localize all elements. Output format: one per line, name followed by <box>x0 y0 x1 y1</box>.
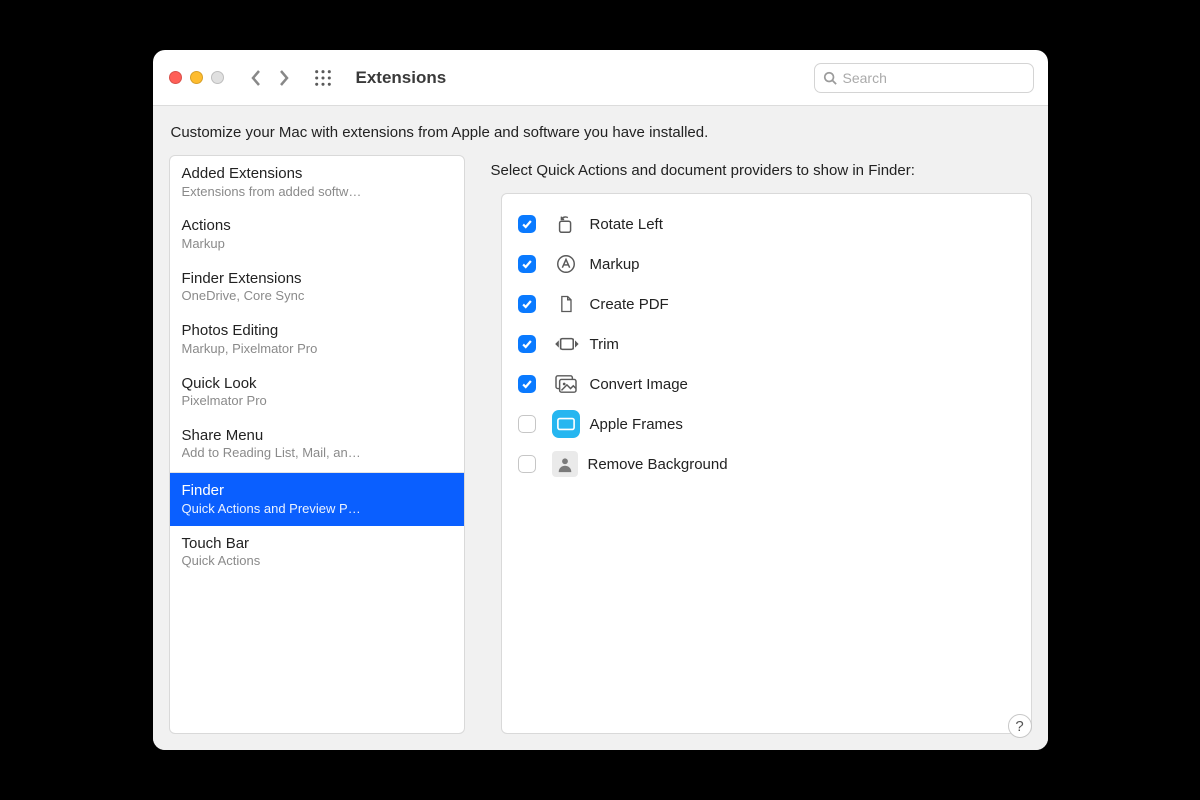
close-window-button[interactable] <box>169 71 182 84</box>
sidebar-item-touch-bar[interactable]: Touch Bar Quick Actions <box>170 526 464 578</box>
search-icon <box>823 71 837 85</box>
panes: Added Extensions Extensions from added s… <box>169 155 1032 734</box>
search-input[interactable] <box>843 70 1025 86</box>
sidebar-item-label: Touch Bar <box>182 534 452 554</box>
search-field[interactable] <box>814 63 1034 93</box>
nav-arrows <box>250 68 290 88</box>
sidebar-item-sublabel: Extensions from added softw… <box>182 184 452 201</box>
show-all-button[interactable] <box>312 67 334 89</box>
markup-icon <box>552 250 580 278</box>
toolbar: Extensions <box>153 50 1048 106</box>
sidebar-item-finder[interactable]: Finder Quick Actions and Preview P… <box>170 472 464 525</box>
sidebar-item-quick-look[interactable]: Quick Look Pixelmator Pro <box>170 366 464 418</box>
sidebar-item-label: Actions <box>182 216 452 236</box>
list-item: Remove Background <box>514 444 1019 484</box>
sidebar-item-sublabel: Pixelmator Pro <box>182 393 452 410</box>
list-item: Apple Frames <box>514 404 1019 444</box>
document-icon <box>552 290 580 318</box>
person-crop-icon <box>552 451 578 477</box>
sidebar-item-sublabel: OneDrive, Core Sync <box>182 288 452 305</box>
sidebar-item-label: Quick Look <box>182 374 452 394</box>
trim-icon <box>552 330 580 358</box>
help-button[interactable]: ? <box>1008 714 1032 738</box>
forward-button[interactable] <box>278 68 290 88</box>
category-sidebar: Added Extensions Extensions from added s… <box>169 155 465 734</box>
sidebar-item-sublabel: Add to Reading List, Mail, an… <box>182 445 452 462</box>
sidebar-item-label: Finder <box>182 481 452 501</box>
sidebar-item-label: Photos Editing <box>182 321 452 341</box>
list-item-label: Remove Background <box>588 456 728 473</box>
list-item: Trim <box>514 324 1019 364</box>
sidebar-item-label: Added Extensions <box>182 164 452 184</box>
window-title: Extensions <box>356 68 447 88</box>
checkbox-remove-background[interactable] <box>518 455 536 473</box>
sidebar-item-sublabel: Markup, Pixelmator Pro <box>182 341 452 358</box>
sidebar-item-photos-editing[interactable]: Photos Editing Markup, Pixelmator Pro <box>170 313 464 365</box>
intro-text: Customize your Mac with extensions from … <box>171 124 1030 141</box>
content-area: Customize your Mac with extensions from … <box>153 106 1048 750</box>
sidebar-item-sublabel: Markup <box>182 236 452 253</box>
checkbox-apple-frames[interactable] <box>518 415 536 433</box>
detail-pane: Select Quick Actions and document provid… <box>477 155 1032 734</box>
list-item: Markup <box>514 244 1019 284</box>
list-item-label: Apple Frames <box>590 416 683 433</box>
checkbox-trim[interactable] <box>518 335 536 353</box>
sidebar-item-added-extensions[interactable]: Added Extensions Extensions from added s… <box>170 156 464 208</box>
list-item: Convert Image <box>514 364 1019 404</box>
checkbox-create-pdf[interactable] <box>518 295 536 313</box>
list-item-label: Create PDF <box>590 296 669 313</box>
list-item: Rotate Left <box>514 204 1019 244</box>
checkbox-rotate-left[interactable] <box>518 215 536 233</box>
sidebar-item-label: Finder Extensions <box>182 269 452 289</box>
sidebar-item-sublabel: Quick Actions and Preview P… <box>182 501 452 518</box>
minimize-window-button[interactable] <box>190 71 203 84</box>
list-item-label: Markup <box>590 256 640 273</box>
preferences-window: Extensions Customize your Mac with exten… <box>153 50 1048 750</box>
back-button[interactable] <box>250 68 262 88</box>
list-item: Create PDF <box>514 284 1019 324</box>
traffic-lights <box>169 71 224 84</box>
sidebar-item-label: Share Menu <box>182 426 452 446</box>
sidebar-item-sublabel: Quick Actions <box>182 553 452 570</box>
checkbox-convert-image[interactable] <box>518 375 536 393</box>
checkbox-markup[interactable] <box>518 255 536 273</box>
photo-stack-icon <box>552 370 580 398</box>
sidebar-item-actions[interactable]: Actions Markup <box>170 208 464 260</box>
detail-heading: Select Quick Actions and document provid… <box>477 155 1032 193</box>
zoom-window-button[interactable] <box>211 71 224 84</box>
list-item-label: Trim <box>590 336 619 353</box>
sidebar-item-share-menu[interactable]: Share Menu Add to Reading List, Mail, an… <box>170 418 464 470</box>
sidebar-item-finder-extensions[interactable]: Finder Extensions OneDrive, Core Sync <box>170 261 464 313</box>
list-item-label: Convert Image <box>590 376 688 393</box>
list-item-label: Rotate Left <box>590 216 663 233</box>
rotate-left-icon <box>552 210 580 238</box>
apple-frames-icon <box>552 410 580 438</box>
quick-actions-list: Rotate Left Marku <box>501 193 1032 734</box>
help-label: ? <box>1015 718 1023 735</box>
